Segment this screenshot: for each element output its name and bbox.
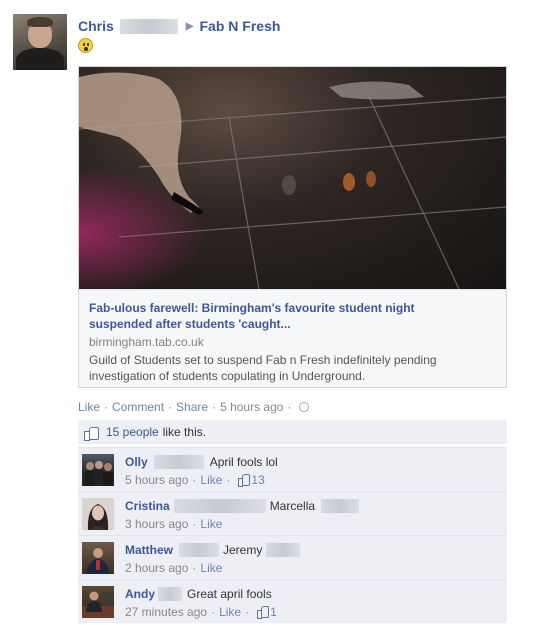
likes-suffix: like this. — [162, 425, 207, 439]
author-name[interactable]: Chris — [78, 18, 114, 34]
post-actions: Like · Comment · Share · 5 hours ago · — [78, 400, 310, 414]
portrait-thumb — [82, 591, 114, 618]
comment-text: Jeremy — [223, 542, 263, 557]
comment-text: April fools lol — [209, 454, 278, 469]
comment-item: Olly April fools lol 5 hours ago · Like · 13 — [78, 447, 507, 491]
comment-time[interactable]: 2 hours ago — [125, 561, 188, 575]
commenter-name[interactable]: Olly — [125, 455, 148, 469]
comment-time[interactable]: 3 hours ago — [125, 517, 188, 531]
separator: · — [211, 604, 216, 619]
redacted-surname — [321, 498, 360, 513]
comment-like-count[interactable]: 1 — [270, 605, 277, 619]
comment-text: Great april fools — [187, 586, 272, 601]
arrow-right-icon: ▶ — [185, 20, 194, 32]
link-title[interactable]: Fab-ulous farewell: Birmingham's favouri… — [89, 300, 469, 332]
globe-icon[interactable] — [299, 402, 310, 412]
separator: · — [192, 560, 197, 575]
comment-body: Olly April fools lol 5 hours ago · Like · 13 — [125, 453, 500, 488]
share-link[interactable]: Share — [176, 400, 208, 414]
link-description: Guild of Students set to suspend Fab n F… — [89, 353, 437, 383]
commenter-name[interactable]: Cristina — [125, 499, 170, 513]
separator: · — [226, 472, 231, 487]
emoji-eye-left — [83, 43, 85, 46]
redacted-surname — [266, 542, 301, 557]
commenter-avatar[interactable] — [82, 586, 114, 618]
comment-body: Andy Great april fools 27 minutes ago · Li… — [125, 585, 500, 620]
target-page-name[interactable]: Fab N Fresh — [200, 18, 281, 34]
surprised-emoji-icon — [78, 38, 93, 53]
emoji-mouth — [84, 47, 88, 51]
thumbs-up-icon — [84, 426, 99, 441]
redacted-surname — [173, 498, 266, 513]
commenter-name[interactable]: Andy — [125, 587, 155, 601]
comment-like-link[interactable]: Like — [200, 473, 222, 487]
commenter-avatar[interactable] — [82, 542, 114, 574]
separator: · — [287, 400, 292, 414]
comment-text: Marcella — [269, 498, 316, 513]
comment-body: Cristina Marcella 3 hours ago · Like — [125, 497, 500, 532]
comment-like-link[interactable]: Like — [200, 561, 222, 575]
redacted-surname — [119, 18, 178, 34]
comment-body: Matthew Jeremy 2 hours ago · Like — [125, 541, 500, 576]
comment-like-link[interactable]: Like — [219, 605, 241, 619]
comment-like-count[interactable]: 13 — [251, 473, 264, 487]
separator: · — [192, 516, 197, 531]
likes-count-link[interactable]: 15 people — [106, 425, 159, 439]
avatar-body-shape — [16, 48, 64, 70]
redacted-surname — [158, 586, 182, 601]
commenter-avatar[interactable] — [82, 454, 114, 486]
comment-like-link[interactable]: Like — [200, 517, 222, 531]
comment-item: Andy Great april fools 27 minutes ago · Li… — [78, 579, 507, 623]
commenter-avatar[interactable] — [82, 498, 114, 530]
comment-link[interactable]: Comment — [112, 400, 164, 414]
comment-time[interactable]: 27 minutes ago — [125, 605, 207, 619]
author-avatar[interactable] — [13, 14, 67, 70]
portrait-thumb — [87, 548, 109, 574]
separator: · — [245, 604, 250, 619]
separator: · — [192, 472, 197, 487]
separator: · — [168, 400, 173, 414]
link-domain: birmingham.tab.co.uk — [89, 335, 204, 349]
like-link[interactable]: Like — [78, 400, 100, 414]
comment-item: Matthew Jeremy 2 hours ago · Like — [78, 535, 507, 579]
redacted-surname — [179, 542, 219, 557]
thumbs-up-icon — [238, 474, 251, 487]
thumbs-up-icon — [257, 606, 270, 619]
link-info: Fab-ulous farewell: Birmingham's favouri… — [79, 289, 506, 387]
separator: · — [104, 400, 109, 414]
portrait-thumb — [87, 504, 109, 530]
avatar-hair-shape — [27, 17, 53, 27]
redacted-surname — [153, 454, 204, 469]
post-timestamp[interactable]: 5 hours ago — [220, 400, 283, 414]
dance-floor-image — [79, 67, 506, 289]
likes-summary: 15 people like this. — [78, 420, 507, 444]
emoji-eye-right — [87, 43, 89, 46]
separator: · — [212, 400, 217, 414]
comment-item: Cristina Marcella 3 hours ago · Like — [78, 491, 507, 535]
commenter-name[interactable]: Matthew — [125, 543, 173, 557]
shared-link-card[interactable]: Fab-ulous farewell: Birmingham's favouri… — [78, 66, 507, 388]
group-photo-thumb — [85, 461, 113, 486]
post-header: Chris ▶ Fab N Fresh — [78, 16, 280, 36]
link-preview-photo[interactable] — [79, 67, 506, 289]
comment-time[interactable]: 5 hours ago — [125, 473, 188, 487]
